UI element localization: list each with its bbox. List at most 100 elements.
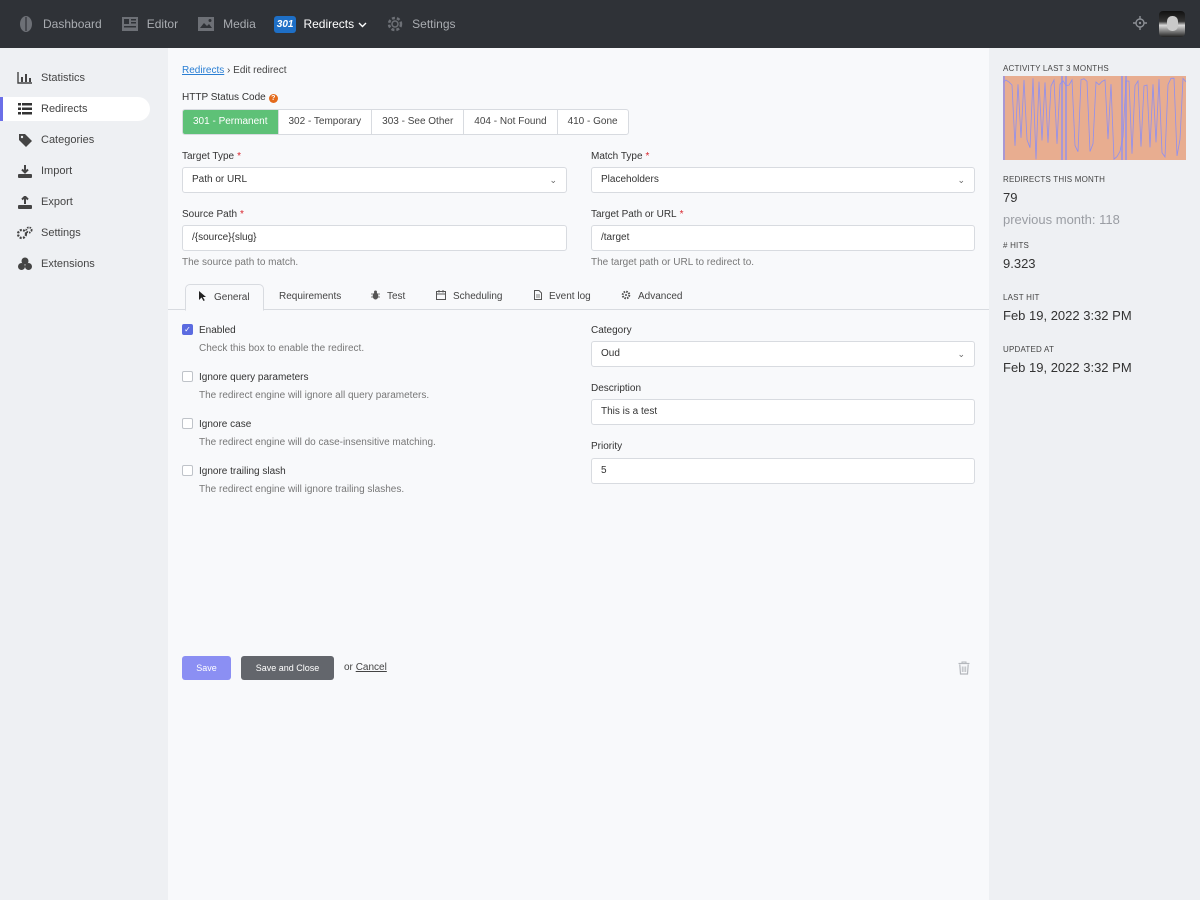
breadcrumb-current: Edit redirect — [233, 65, 287, 76]
redirects-month-value: 79 — [1003, 190, 1018, 205]
target-type-label: Target Type * — [182, 151, 241, 162]
tab-general[interactable]: General — [185, 284, 264, 311]
breadcrumb-separator: › — [227, 65, 231, 76]
ignore-case-checkbox[interactable] — [182, 418, 193, 429]
tab-event-log-label: Event log — [549, 291, 591, 302]
enabled-hint: Check this box to enable the redirect. — [199, 343, 365, 354]
tab-test[interactable]: Test — [371, 284, 405, 310]
target-path-hint: The target path or URL to redirect to. — [591, 257, 755, 268]
sparkline-bar — [1125, 76, 1127, 160]
trash-icon[interactable] — [958, 661, 970, 678]
nav-redirects[interactable]: 301 Redirects — [273, 0, 367, 48]
sidebar-item-label: Extensions — [41, 258, 95, 270]
ignore-trailing-slash-checkbox[interactable] — [182, 465, 193, 476]
match-type-select[interactable]: Placeholders ⌄ — [591, 167, 975, 193]
cog-icon — [621, 285, 631, 309]
last-hit-value: Feb 19, 2022 3:32 PM — [1003, 308, 1132, 323]
required-marker: * — [237, 151, 241, 162]
nav-media[interactable]: Media — [196, 0, 256, 48]
ignore-query-label: Ignore query parameters — [199, 372, 309, 383]
list-icon — [17, 102, 33, 116]
sidebar: Statistics Redirects Categories Import E… — [0, 48, 168, 900]
upload-icon — [17, 195, 33, 209]
sidebar-item-import[interactable]: Import — [0, 159, 150, 183]
sidebar-item-export[interactable]: Export — [0, 190, 150, 214]
tab-requirements-label: Requirements — [279, 291, 342, 302]
required-marker: * — [679, 209, 684, 220]
last-hit-label: LAST HIT — [1003, 293, 1040, 302]
cursor-icon — [199, 286, 207, 310]
gears-icon — [17, 226, 33, 240]
sidebar-item-label: Statistics — [41, 72, 86, 84]
hits-value: 9.323 — [1003, 256, 1036, 271]
target-type-label-text: Target Type — [182, 151, 235, 162]
breadcrumb-link-redirects[interactable]: Redirects — [182, 65, 224, 76]
target-type-select[interactable]: Path or URL ⌄ — [182, 167, 567, 193]
nav-editor-label: Editor — [146, 17, 179, 31]
tab-event-log[interactable]: Event log — [534, 284, 591, 310]
top-navbar: Dashboard Editor Media 301 Redirects Set… — [0, 0, 1200, 48]
required-marker: * — [645, 151, 650, 162]
category-select[interactable]: Oud ⌄ — [591, 341, 975, 367]
breadcrumb: Redirects › Edit redirect — [182, 65, 287, 76]
status-option-404[interactable]: 404 - Not Found — [463, 110, 556, 134]
ignore-trailing-slash-label: Ignore trailing slash — [199, 466, 286, 477]
nav-media-label: Media — [223, 17, 256, 31]
target-type-value: Path or URL — [192, 174, 248, 185]
tab-scheduling[interactable]: Scheduling — [436, 284, 502, 310]
updated-label: UPDATED AT — [1003, 345, 1055, 354]
target-path-label-text: Target Path or URL — [591, 209, 677, 220]
help-icon[interactable]: ? — [268, 94, 278, 103]
image-icon — [196, 14, 216, 34]
nav-dashboard[interactable]: Dashboard — [16, 0, 102, 48]
updated-value: Feb 19, 2022 3:32 PM — [1003, 360, 1132, 375]
redirect-301-icon: 301 — [273, 14, 297, 34]
priority-input[interactable]: 5 — [591, 458, 975, 484]
activity-sparkline — [1003, 76, 1186, 160]
priority-label: Priority — [591, 441, 623, 452]
cancel-link[interactable]: Cancel — [356, 662, 387, 673]
sidebar-item-redirects[interactable]: Redirects — [0, 97, 150, 121]
avatar[interactable] — [1159, 11, 1185, 37]
file-icon — [534, 285, 542, 309]
previous-month-value: previous month: 118 — [1003, 212, 1120, 227]
leaf-icon — [16, 14, 36, 34]
crosshair-icon[interactable] — [1133, 15, 1147, 33]
cancel-group: or Cancel — [344, 662, 387, 673]
nav-settings[interactable]: Settings — [385, 0, 456, 48]
sparkline-bar — [1121, 76, 1123, 160]
redirects-month-label: REDIRECTS THIS MONTH — [1003, 175, 1106, 184]
status-option-303[interactable]: 303 - See Other — [371, 110, 463, 134]
status-code-label: HTTP Status Code? — [182, 92, 278, 103]
sparkline-bar — [1003, 76, 1005, 160]
save-and-close-button[interactable]: Save and Close — [241, 656, 334, 680]
save-button[interactable]: Save — [182, 656, 231, 680]
status-option-301[interactable]: 301 - Permanent — [183, 110, 278, 134]
tab-requirements[interactable]: Requirements — [279, 284, 341, 310]
sidebar-item-statistics[interactable]: Statistics — [0, 66, 150, 90]
main-content: Redirects › Edit redirect HTTP Status Co… — [168, 48, 989, 900]
match-type-label: Match Type * — [591, 151, 649, 162]
sidebar-item-extensions[interactable]: Extensions — [0, 252, 150, 276]
nav-settings-label: Settings — [412, 17, 456, 31]
tab-test-label: Test — [387, 291, 406, 302]
description-input[interactable]: This is a test — [591, 399, 975, 425]
source-path-label: Source Path * — [182, 209, 244, 220]
nav-editor[interactable]: Editor — [120, 0, 178, 48]
source-path-input[interactable]: /{source}{slug} — [182, 225, 567, 251]
tag-icon — [17, 133, 33, 147]
enabled-checkbox[interactable]: ✓ — [182, 324, 193, 335]
target-path-input[interactable]: /target — [591, 225, 975, 251]
tab-advanced[interactable]: Advanced — [621, 284, 682, 310]
sidebar-item-categories[interactable]: Categories — [0, 128, 150, 152]
match-type-value: Placeholders — [601, 174, 659, 185]
ignore-query-checkbox[interactable] — [182, 371, 193, 382]
ignore-case-label: Ignore case — [199, 419, 252, 430]
status-option-410[interactable]: 410 - Gone — [556, 110, 628, 134]
bug-icon — [371, 285, 380, 309]
status-option-302[interactable]: 302 - Temporary — [277, 110, 372, 134]
sidebar-item-settings[interactable]: Settings — [0, 221, 150, 245]
enabled-label: Enabled — [199, 325, 236, 336]
chevron-down-icon: ⌄ — [957, 175, 965, 185]
calendar-icon — [436, 285, 446, 309]
